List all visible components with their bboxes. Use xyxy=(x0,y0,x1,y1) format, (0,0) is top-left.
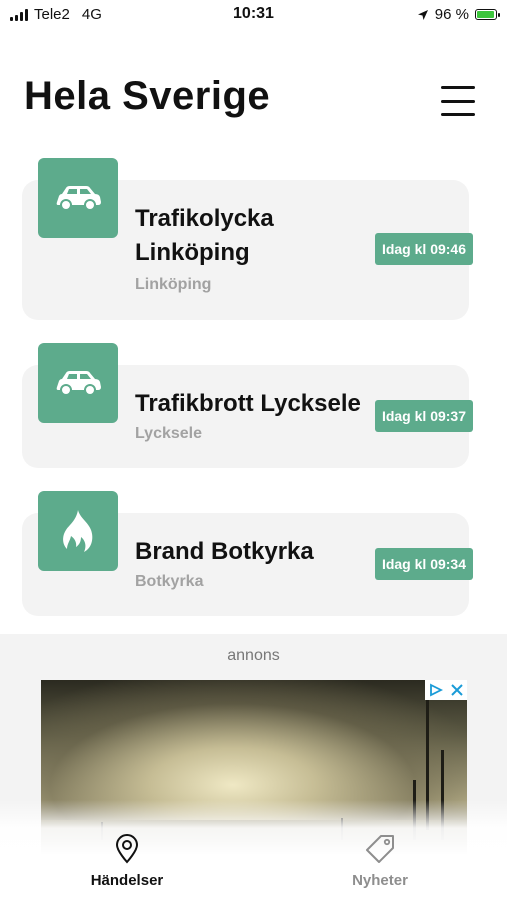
battery-percentage: 96 % xyxy=(434,6,469,23)
car-icon xyxy=(38,158,118,238)
page-title: Hela Sverige xyxy=(24,74,271,118)
ad-sky xyxy=(41,680,467,820)
event-title-line: Linköping xyxy=(135,239,250,266)
event-title-line: Trafikolycka xyxy=(135,205,274,232)
battery-level xyxy=(477,11,495,18)
tag-icon xyxy=(366,835,394,863)
status-bar: Tele2 4G 10:31 96 % xyxy=(0,0,507,30)
event-title-line: Brand Botkyrka xyxy=(135,538,314,565)
event-card[interactable]: Trafikbrott Lycksele Lycksele Idag kl 09… xyxy=(22,343,473,468)
event-title: Brand Botkyrka xyxy=(135,535,314,569)
ad-label: annons xyxy=(227,647,280,664)
event-title: Trafikbrott Lycksele xyxy=(135,387,361,421)
tab-handelser[interactable]: Händelser xyxy=(67,834,187,889)
event-time-badge: Idag kl 09:37 xyxy=(374,400,473,432)
status-right: 96 % xyxy=(417,6,500,23)
event-title-line: Trafikbrott Lycksele xyxy=(135,390,361,417)
fire-icon xyxy=(38,491,118,571)
adchoices-icon[interactable] xyxy=(429,683,443,697)
event-card[interactable]: Brand Botkyrka Botkyrka Idag kl 09:34 xyxy=(22,491,473,616)
close-icon[interactable] xyxy=(451,684,463,696)
header: Hela Sverige xyxy=(22,74,485,134)
event-location: Botkyrka xyxy=(135,573,204,590)
tab-label: Nyheter xyxy=(352,872,408,889)
event-title: Trafikolycka Linköping xyxy=(135,202,274,270)
event-location: Lycksele xyxy=(135,425,203,442)
event-card[interactable]: Trafikolycka Linköping Linköping Idag kl… xyxy=(22,158,473,320)
tab-bar: Händelser Nyheter xyxy=(0,800,507,900)
battery-icon xyxy=(475,9,500,20)
ad-badge[interactable] xyxy=(425,680,467,700)
map-pin-icon xyxy=(115,834,139,864)
event-time-badge: Idag kl 09:46 xyxy=(374,233,473,265)
tab-nyheter[interactable]: Nyheter xyxy=(320,834,440,889)
tab-label: Händelser xyxy=(90,872,164,889)
car-icon xyxy=(38,343,118,423)
event-time-badge: Idag kl 09:34 xyxy=(374,548,473,580)
event-location: Linköping xyxy=(135,276,212,293)
hamburger-menu-icon[interactable] xyxy=(441,86,475,116)
location-arrow-icon xyxy=(417,9,428,20)
